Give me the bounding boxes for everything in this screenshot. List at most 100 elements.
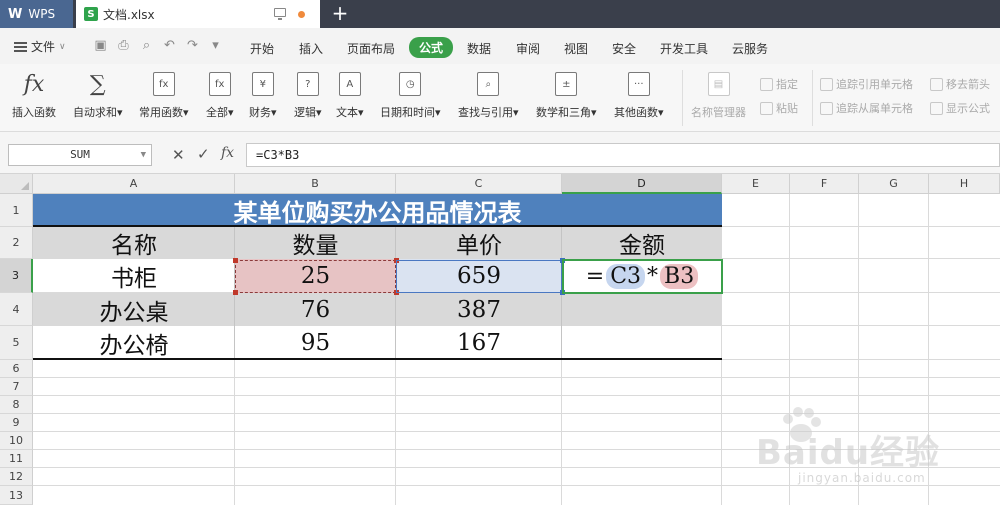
all-functions-button[interactable]: fx 全部▾ — [206, 72, 234, 120]
finance-button[interactable]: ¥ 财务▾ — [249, 72, 277, 120]
menu-bar: 文件 ∨ ▣ ⎙ ⌕ ↶ ↷ ▾ 开始 插入 页面布局 公式 数据 审阅 视图 … — [0, 28, 1000, 64]
fx-icon[interactable]: fx — [221, 145, 234, 161]
menu-security[interactable]: 安全 — [612, 40, 636, 57]
row-header-7[interactable]: 7 — [0, 378, 33, 396]
cell-b4[interactable]: 76 — [235, 293, 396, 326]
row-header-9[interactable]: 9 — [0, 414, 33, 432]
common-functions-label: 常用函数▾ — [139, 106, 189, 119]
row-header-3[interactable]: 3 — [0, 259, 33, 293]
row-header-4[interactable]: 4 — [0, 293, 33, 326]
save-icon[interactable]: ▣ — [92, 38, 109, 54]
trace-dependents-button[interactable]: 追踪从属单元格 — [820, 100, 913, 116]
menu-formulas[interactable]: 公式 — [409, 37, 454, 58]
cell-b5[interactable]: 95 — [235, 326, 396, 360]
header-cell-price[interactable]: 单价 — [396, 227, 562, 259]
resize-handle[interactable] — [233, 258, 238, 263]
menu-data[interactable]: 数据 — [467, 40, 491, 57]
print-preview-icon[interactable]: ⌕ — [138, 38, 155, 54]
row-header-6[interactable]: 6 — [0, 360, 33, 378]
gridline — [33, 395, 1000, 396]
other-functions-button[interactable]: ··· 其他函数▾ — [614, 72, 664, 120]
column-header-c[interactable]: C — [396, 174, 562, 194]
d3-formula-editor[interactable]: = C3 * B3 — [562, 259, 722, 293]
trace-precedents-button[interactable]: 追踪引用单元格 — [820, 76, 913, 92]
ribbon-separator — [812, 70, 813, 126]
undo-icon[interactable]: ↶ — [161, 38, 178, 54]
cell-a4[interactable]: 办公桌 — [33, 293, 235, 326]
insert-function-button[interactable]: fx 插入函数 — [12, 72, 56, 120]
name-box[interactable]: SUM ▼ — [8, 144, 152, 166]
formula-input[interactable]: =C3*B3 — [246, 143, 1000, 167]
unsaved-dot-icon[interactable] — [298, 11, 305, 18]
name-manager-button[interactable]: ▤ 名称管理器 — [691, 72, 746, 120]
math-trig-label: 数学和三角▾ — [536, 106, 597, 119]
select-all-corner[interactable] — [0, 174, 33, 194]
trace-dependents-icon — [820, 101, 833, 115]
cell-a5[interactable]: 办公椅 — [33, 326, 235, 360]
new-tab-button[interactable]: + — [330, 2, 350, 26]
column-header-a[interactable]: A — [33, 174, 235, 194]
print-icon[interactable]: ⎙ — [115, 38, 132, 54]
cell-c4[interactable]: 387 — [396, 293, 562, 326]
file-menu[interactable]: 文件 ∨ — [14, 38, 66, 55]
column-header-h[interactable]: H — [929, 174, 1000, 194]
remove-arrows-button[interactable]: 移去箭头 — [930, 76, 990, 92]
customize-icon[interactable]: ▾ — [207, 38, 224, 54]
menu-review[interactable]: 审阅 — [516, 40, 540, 57]
name-box-value: SUM — [70, 148, 90, 161]
row-header-1[interactable]: 1 — [0, 194, 33, 227]
header-cell-qty[interactable]: 数量 — [235, 227, 396, 259]
insert-function-label: 插入函数 — [12, 106, 56, 119]
paste-icon — [760, 101, 773, 115]
menu-cloud[interactable]: 云服务 — [732, 40, 768, 57]
show-formulas-label: 显示公式 — [946, 102, 990, 115]
document-tab[interactable]: S 文档.xlsx — [76, 0, 320, 28]
common-functions-button[interactable]: fx 常用函数▾ — [139, 72, 189, 120]
row-header-10[interactable]: 10 — [0, 432, 33, 450]
clock-icon: ◷ — [399, 72, 422, 96]
date-time-button[interactable]: ◷ 日期和时间▾ — [380, 72, 441, 120]
row-header-8[interactable]: 8 — [0, 396, 33, 414]
check-icon[interactable]: ✓ — [197, 145, 210, 163]
menu-view[interactable]: 视图 — [564, 40, 588, 57]
cell-c5[interactable]: 167 — [396, 326, 562, 360]
lookup-reference-button[interactable]: ⌕ 查找与引用▾ — [458, 72, 519, 120]
formula-ribbon: fx 插入函数 ∑ 自动求和▾ fx 常用函数▾ fx 全部▾ ¥ 财务▾ ? … — [0, 64, 1000, 132]
spreadsheet-icon: S — [84, 7, 98, 21]
menu-page-layout[interactable]: 页面布局 — [347, 40, 395, 57]
column-header-d[interactable]: D — [562, 174, 722, 194]
monitor-icon[interactable] — [274, 8, 286, 20]
autosum-button[interactable]: ∑ 自动求和▾ — [73, 72, 123, 120]
paste-name-button[interactable]: 粘贴 — [760, 100, 798, 116]
math-trig-button[interactable]: ± 数学和三角▾ — [536, 72, 597, 120]
wps-logo-icon: W — [8, 6, 23, 22]
row-header-12[interactable]: 12 — [0, 468, 33, 486]
header-cell-name[interactable]: 名称 — [33, 227, 235, 259]
chevron-down-icon[interactable]: ▼ — [141, 145, 146, 165]
logic-button[interactable]: ? 逻辑▾ — [294, 72, 322, 120]
row-header-11[interactable]: 11 — [0, 450, 33, 468]
text-label: 文本▾ — [336, 106, 364, 119]
show-formulas-icon — [930, 101, 943, 115]
table-title-cell[interactable]: 某单位购买办公用品情况表 — [33, 194, 722, 227]
redo-icon[interactable]: ↷ — [184, 38, 201, 54]
wps-home-tab[interactable]: W WPS — [0, 0, 73, 28]
column-header-g[interactable]: G — [859, 174, 929, 194]
menu-home[interactable]: 开始 — [250, 40, 274, 57]
menu-developer[interactable]: 开发工具 — [660, 40, 708, 57]
header-cell-amount[interactable]: 金额 — [562, 227, 722, 259]
cancel-icon[interactable]: ✕ — [172, 146, 185, 164]
row-header-13[interactable]: 13 — [0, 486, 33, 505]
menu-insert[interactable]: 插入 — [299, 40, 323, 57]
row-header-5[interactable]: 5 — [0, 326, 33, 360]
text-button[interactable]: A 文本▾ — [336, 72, 364, 120]
cell-a3[interactable]: 书柜 — [33, 259, 235, 293]
define-name-button[interactable]: 指定 — [760, 76, 798, 92]
resize-handle[interactable] — [233, 290, 238, 295]
row-header-2[interactable]: 2 — [0, 227, 33, 259]
formula-operator: * — [647, 263, 659, 289]
column-header-b[interactable]: B — [235, 174, 396, 194]
column-header-e[interactable]: E — [722, 174, 790, 194]
column-header-f[interactable]: F — [790, 174, 859, 194]
show-formulas-button[interactable]: 显示公式 — [930, 100, 990, 116]
